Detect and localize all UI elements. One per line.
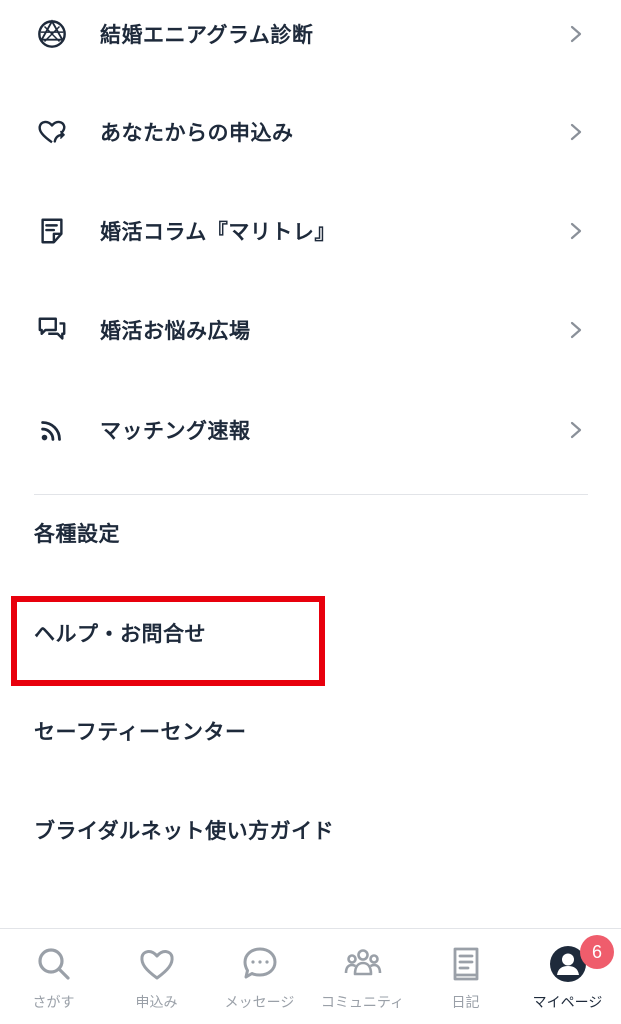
tab-diary[interactable]: 日記 (414, 929, 517, 1024)
enneagram-icon (36, 18, 68, 50)
tab-label: マイページ (532, 995, 603, 1011)
menu-item-label: 結婚エニアグラム診断 (100, 23, 314, 47)
usage-guide-link[interactable]: ブライダルネット使い方ガイド (34, 815, 334, 845)
settings-link[interactable]: 各種設定 (34, 518, 120, 548)
section-divider (34, 494, 588, 495)
chat-bubbles-icon (36, 314, 68, 346)
menu-item-my-applications[interactable]: あなたからの申込み (0, 82, 621, 182)
tab-label: コミュニティ (320, 995, 405, 1011)
chevron-right-icon (569, 24, 583, 44)
tab-label: さがす (32, 995, 75, 1011)
menu-item-label: 婚活お悩み広場 (100, 319, 251, 343)
safety-center-link[interactable]: セーフティーセンター (34, 716, 246, 746)
chevron-right-icon (569, 221, 583, 241)
tab-messages[interactable]: メッセージ (208, 929, 311, 1024)
heart-icon (138, 945, 176, 983)
tab-search[interactable]: さがす (2, 929, 105, 1024)
menu-item-label: 婚活コラム『マリトレ』 (100, 220, 336, 244)
diary-icon (447, 945, 485, 983)
tab-applications[interactable]: 申込み (105, 929, 208, 1024)
menu-item-matching-news[interactable]: マッチング速報 (0, 380, 621, 480)
community-icon (344, 945, 382, 983)
notification-badge: 6 (580, 935, 614, 969)
menu-item-column[interactable]: 婚活コラム『マリトレ』 (0, 181, 621, 281)
tab-community[interactable]: コミュニティ (311, 929, 414, 1024)
menu-item-label: マッチング速報 (100, 419, 251, 443)
tab-label: 日記 (451, 995, 480, 1011)
menu-item-consultation[interactable]: 婚活お悩み広場 (0, 280, 621, 380)
menu-item-enneagram[interactable]: 結婚エニアグラム診断 (0, 0, 621, 84)
menu-item-label: あなたからの申込み (100, 121, 294, 145)
tab-label: メッセージ (224, 995, 295, 1011)
broadcast-icon (36, 414, 68, 446)
chevron-right-icon (569, 420, 583, 440)
tab-label: 申込み (135, 995, 178, 1011)
chevron-right-icon (569, 122, 583, 142)
search-icon (35, 945, 73, 983)
column-note-icon (36, 215, 68, 247)
bottom-tab-bar: さがす 申込み メッセージ コミュニティ 日記 マイページ (0, 928, 621, 1024)
chevron-right-icon (569, 320, 583, 340)
highlight-annotation-box (11, 596, 325, 686)
message-icon (241, 945, 279, 983)
heart-send-icon (36, 116, 68, 148)
